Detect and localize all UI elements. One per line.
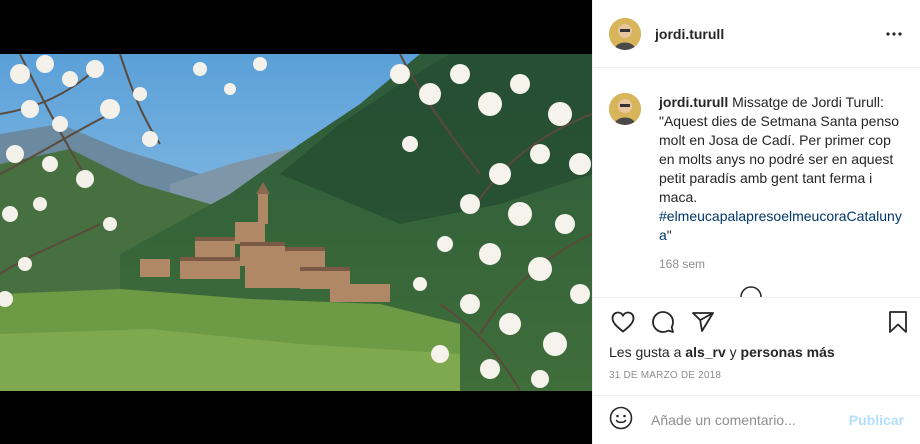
liker-username[interactable]: als_rv: [685, 344, 725, 360]
caption-line: molt en Josa de Cadí. Per primer cop: [659, 132, 891, 148]
post-sidebar: jordi.turull jordi.turull Missatge de Jo…: [592, 0, 920, 444]
paper-plane-icon[interactable]: [689, 308, 717, 336]
more-horizontal-icon[interactable]: [884, 24, 904, 44]
action-icons: [609, 298, 907, 346]
caption-avatar[interactable]: [609, 93, 641, 125]
smiley-icon[interactable]: [609, 406, 633, 435]
comment-input[interactable]: [649, 411, 849, 429]
bookmark-icon[interactable]: [884, 308, 912, 336]
hashtag-link[interactable]: #elmeucapalapresoelmeucoraCataluny: [659, 208, 902, 224]
add-comment-bar: Publicar: [593, 395, 920, 444]
comments-area[interactable]: jordi.turull Missatge de Jordi Turull: "…: [593, 69, 920, 297]
post-header: jordi.turull: [593, 0, 920, 68]
caption-line: "Aquest dies de Setmana Santa penso: [659, 113, 900, 129]
hashtag-link-cont[interactable]: a: [659, 227, 667, 243]
caption-text: jordi.turull Missatge de Jordi Turull: "…: [659, 93, 904, 245]
load-more-icon[interactable]: [739, 285, 763, 297]
post-modal: jordi.turull jordi.turull Missatge de Jo…: [0, 0, 920, 444]
comment-bubble-icon[interactable]: [649, 308, 677, 336]
caption-quote-end: ": [666, 227, 672, 243]
post-photo: [0, 54, 592, 391]
likes-prefix: Les gusta a: [609, 344, 682, 360]
avatar[interactable]: [609, 17, 641, 50]
post-date[interactable]: 31 DE MARZO DE 2018: [609, 370, 904, 381]
post-media[interactable]: [0, 0, 592, 444]
caption-line: maca.: [659, 189, 698, 205]
likes-summary: Les gusta a als_rv y personas más: [609, 344, 904, 360]
post-caption: jordi.turull Missatge de Jordi Turull: "…: [609, 93, 904, 245]
caption-line: en molts anys no podré ser en aquest: [659, 151, 894, 167]
likes-conjunction: y: [729, 344, 737, 360]
caption-username[interactable]: jordi.turull: [659, 94, 728, 110]
caption-line: petit paradís amb gent tant ferma i: [659, 170, 873, 186]
caption-line: Missatge de Jordi Turull:: [732, 94, 884, 110]
likes-others-link[interactable]: personas más: [741, 344, 835, 360]
header-username[interactable]: jordi.turull: [655, 26, 724, 42]
heart-icon[interactable]: [609, 308, 637, 336]
post-actions: Les gusta a als_rv y personas más 31 DE …: [593, 297, 920, 381]
publish-button[interactable]: Publicar: [849, 412, 904, 428]
caption-time[interactable]: 168 sem: [659, 257, 904, 271]
